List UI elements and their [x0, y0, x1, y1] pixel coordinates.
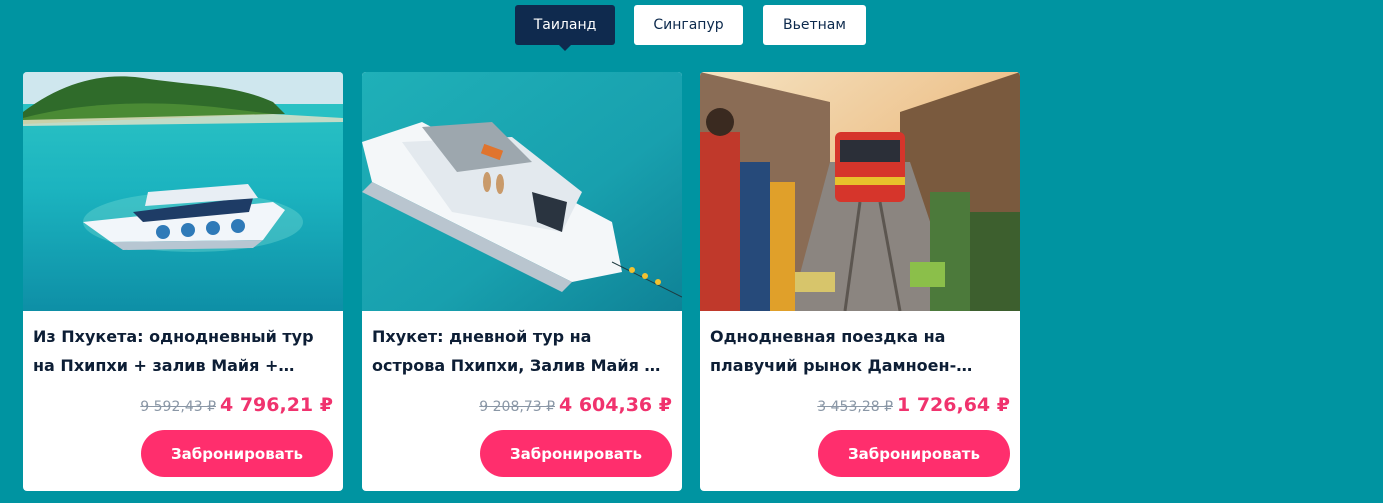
discount-price: 4 796,21 ₽: [220, 394, 333, 416]
tour-card[interactable]: Из Пхукета: однодневный тур на Пхипхи + …: [23, 72, 343, 491]
tab-thailand[interactable]: Таиланд: [515, 5, 615, 51]
tour-title[interactable]: Однодневная поездка на плавучий рынок Да…: [710, 322, 1006, 380]
discount-price: 1 726,64 ₽: [897, 394, 1010, 416]
speedboat-image[interactable]: [23, 72, 343, 311]
old-price: 9 208,73 ₽: [479, 399, 555, 415]
book-button[interactable]: Забронировать: [480, 430, 672, 477]
tour-title[interactable]: Пхукет: дневной тур на острова Пхипхи, З…: [372, 322, 668, 380]
book-button[interactable]: Забронировать: [818, 430, 1010, 477]
old-price: 3 453,28 ₽: [817, 399, 893, 415]
tour-title[interactable]: Из Пхукета: однодневный тур на Пхипхи + …: [33, 322, 329, 380]
discount-price: 4 604,36 ₽: [559, 394, 672, 416]
tab-vietnam[interactable]: Вьетнам: [763, 5, 866, 45]
price-row: 9 208,73 ₽ 4 604,36 ₽: [479, 394, 672, 420]
tour-card[interactable]: Однодневная поездка на плавучий рынок Да…: [700, 72, 1020, 491]
old-price: 9 592,43 ₽: [140, 399, 216, 415]
railway-market-image[interactable]: [700, 72, 1020, 311]
book-button[interactable]: Забронировать: [141, 430, 333, 477]
price-row: 9 592,43 ₽ 4 796,21 ₽: [140, 394, 333, 420]
tab-singapore[interactable]: Сингапур: [634, 5, 743, 45]
tour-card[interactable]: Пхукет: дневной тур на острова Пхипхи, З…: [362, 72, 682, 491]
price-row: 3 453,28 ₽ 1 726,64 ₽: [817, 394, 1010, 420]
yacht-image[interactable]: [362, 72, 682, 311]
